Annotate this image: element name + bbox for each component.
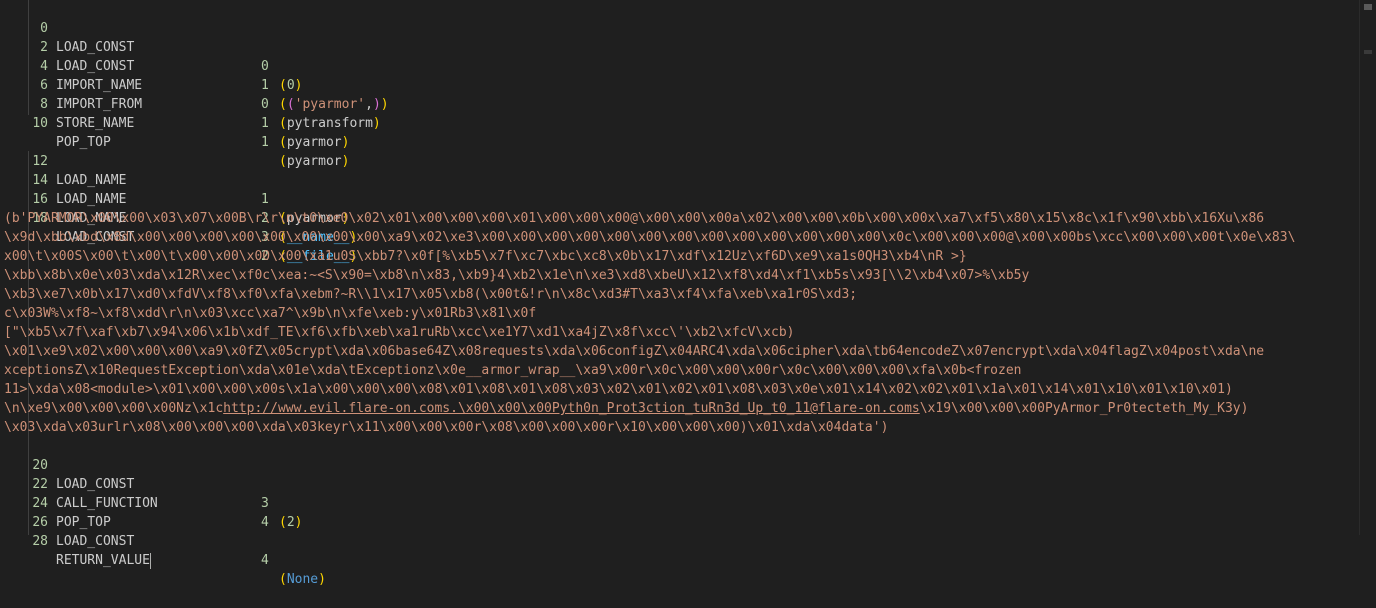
opcode: LOAD_CONST (56, 40, 135, 55)
code-line[interactable]: 2 LOAD_CONST 1 (('pyarmor',)) (0, 19, 388, 112)
code-line[interactable]: 18 LOAD_CONST 2 (0, 190, 268, 264)
text-cursor (149, 552, 151, 569)
code-line[interactable]: 28 RETURN_VALUE (0, 513, 151, 569)
oparg: 3 (261, 496, 269, 511)
bytes-literal-line: \xbb\x8b\x0e\x03\xda\x12R\xec\xf0c\xea:~… (4, 268, 1030, 283)
bytes-literal-line: x00\t\x00S\x00\t\x00\t\x00\x00\x00\x00\x… (4, 249, 967, 264)
opcode: LOAD_CONST (56, 59, 135, 74)
bytes-literal-line: \xb3\xe7\x0b\x17\xd0\xfdV\xf8\xf0\xfa\xe… (4, 287, 858, 302)
oparg: 0 (261, 59, 269, 74)
opcode: STORE_NAME (56, 116, 135, 131)
arg-value: (('pyarmor',)) (279, 97, 389, 112)
opcode: POP_TOP (56, 135, 111, 150)
vertical-scrollbar[interactable] (1359, 0, 1376, 535)
oparg: 1 (261, 116, 269, 131)
code-editor[interactable]: 0 LOAD_CONST 0 (0) 2 LOAD_CONST 1 (('pya… (0, 0, 1360, 587)
bytes-literal-line: (b'PYARMOR\x00\x00\x03\x07\x00B\r\r\n\t0… (4, 211, 1265, 226)
oparg: 1 (261, 78, 269, 93)
opcode: IMPORT_FROM (56, 97, 143, 112)
oparg: 4 (261, 515, 269, 530)
opcode: CALL_FUNCTION (56, 496, 158, 511)
code-line[interactable]: 16 LOAD_NAME 3 (__file__) (0, 171, 357, 264)
code-line[interactable]: 26 LOAD_CONST 4 (None) (0, 494, 326, 587)
opcode: POP_TOP (56, 515, 111, 530)
arg-value: (pytransform) (279, 116, 381, 131)
code-line[interactable]: 8 STORE_NAME 1 (pyarmor) (0, 76, 349, 169)
opcode-text: RETURN_VALUE (56, 553, 150, 568)
opcode: IMPORT_NAME (56, 78, 143, 93)
arg-value: (pyarmor) (279, 135, 350, 150)
bytes-literal-line: c\x03W%\xf8~\xf8\xdd\r\n\x03\xcc\xa7^\x9… (4, 306, 537, 321)
code-line[interactable]: 6 IMPORT_FROM 1 (pyarmor) (0, 57, 349, 150)
url-link[interactable]: http://www.evil.flare-on.coms.\x00\x00\x… (223, 401, 920, 416)
bytes-literal-line: \x9d\xbb\xbd\x8d\x00\x00\x00\x00\x00\x00… (4, 230, 1296, 245)
code-line[interactable]: 12 LOAD_NAME 1 (pyarmor) (0, 133, 349, 226)
scroll-marker (1364, 50, 1372, 54)
scroll-marker (1364, 4, 1372, 10)
opcode: RETURN_VALUE (56, 551, 151, 570)
bytes-literal-line: \x03\xda\x03urlr\x08\x00\x00\x00\xda\x03… (4, 420, 889, 435)
bytecode-offset: 10 (32, 116, 48, 131)
arg-value: (0) (279, 78, 303, 93)
arg-value: (2) (279, 515, 303, 530)
bytes-literal-line: xceptionsZ\x10RequestException\xda\x01e\… (4, 363, 1022, 378)
oparg: 0 (261, 97, 269, 112)
code-line[interactable]: 14 LOAD_NAME 2 (__name__) (0, 152, 357, 245)
oparg: 1 (261, 135, 269, 150)
code-line[interactable]: 22 CALL_FUNCTION 4 (0, 456, 268, 530)
code-line[interactable]: 20 LOAD_CONST 3 (2) (0, 437, 302, 530)
code-line[interactable]: 0 LOAD_CONST 0 (0) (0, 0, 302, 93)
opcode: LOAD_NAME (56, 192, 127, 207)
oparg: 4 (261, 553, 269, 568)
bytes-literal-line: 11>\xda\x08<module>\x01\x00\x00\x00s\x1a… (4, 382, 1233, 397)
bytes-suffix: \x19\x00\x00\x00PyArmor_Pr0tecteth_My_K3… (919, 401, 1249, 416)
code-line[interactable]: 24 POP_TOP (0, 475, 110, 530)
bytes-literal-line: ["\xb5\x7f\xaf\xb7\x94\x06\x1b\xdf_TE\xf… (4, 325, 795, 340)
code-line[interactable]: 4 IMPORT_NAME 0 (pytransform) (0, 38, 381, 131)
bytes-prefix: \n\xe9\x00\x00\x00\x00Nz\x1c (4, 401, 224, 416)
oparg: 1 (261, 192, 269, 207)
opcode: LOAD_NAME (56, 173, 127, 188)
arg-value: (None) (279, 572, 326, 587)
code-line[interactable]: 10 POP_TOP (0, 95, 110, 150)
bytes-literal-line: \x01\xe9\x02\x00\x00\x00\xa9\x0fZ\x05cry… (4, 344, 1265, 359)
arg-value: (pyarmor) (279, 154, 350, 169)
opcode: LOAD_CONST (56, 477, 135, 492)
bytes-literal-line: \n\xe9\x00\x00\x00\x00Nz\x1chttp://www.e… (4, 399, 1248, 418)
